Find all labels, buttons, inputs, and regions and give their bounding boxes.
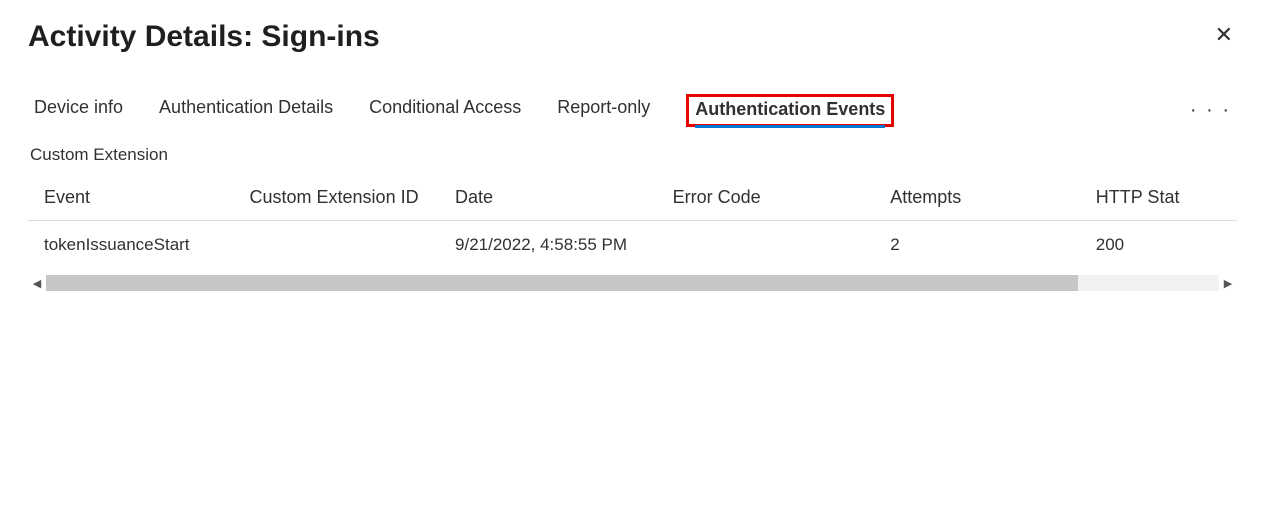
- cell-error-code: [657, 221, 875, 270]
- scroll-right-icon[interactable]: ▶: [1219, 277, 1237, 290]
- panel-subheading: Custom Extension: [28, 145, 1237, 165]
- tab-authentication-events[interactable]: Authentication Events: [695, 99, 885, 128]
- more-icon[interactable]: · · ·: [1190, 99, 1237, 122]
- col-event[interactable]: Event: [28, 179, 234, 221]
- scroll-track[interactable]: [46, 275, 1219, 291]
- table-row[interactable]: tokenIssuanceStart 9/21/2022, 4:58:55 PM…: [28, 221, 1237, 270]
- tab-device-info[interactable]: Device info: [34, 97, 123, 124]
- events-table: Event Custom Extension ID Date Error Cod…: [28, 179, 1237, 270]
- tabs: Device info Authentication Details Condi…: [28, 94, 1237, 127]
- highlight-box: Authentication Events: [686, 94, 894, 127]
- cell-http-stat: 200: [1080, 221, 1237, 270]
- close-icon[interactable]: ✕: [1211, 20, 1237, 50]
- tab-report-only[interactable]: Report-only: [557, 97, 650, 124]
- col-error-code[interactable]: Error Code: [657, 179, 875, 221]
- col-date[interactable]: Date: [439, 179, 657, 221]
- col-attempts[interactable]: Attempts: [874, 179, 1080, 221]
- scroll-left-icon[interactable]: ◀: [28, 277, 46, 290]
- horizontal-scrollbar[interactable]: ◀ ▶: [28, 274, 1237, 292]
- cell-date: 9/21/2022, 4:58:55 PM: [439, 221, 657, 270]
- cell-event: tokenIssuanceStart: [28, 221, 234, 270]
- cell-attempts: 2: [874, 221, 1080, 270]
- tab-conditional-access[interactable]: Conditional Access: [369, 97, 521, 124]
- page-title: Activity Details: Sign-ins: [28, 20, 380, 54]
- col-custom-extension-id[interactable]: Custom Extension ID: [234, 179, 440, 221]
- col-http-stat[interactable]: HTTP Stat: [1080, 179, 1237, 221]
- tab-authentication-details[interactable]: Authentication Details: [159, 97, 333, 124]
- scroll-thumb[interactable]: [46, 275, 1078, 291]
- cell-custom-extension-id: [234, 221, 440, 270]
